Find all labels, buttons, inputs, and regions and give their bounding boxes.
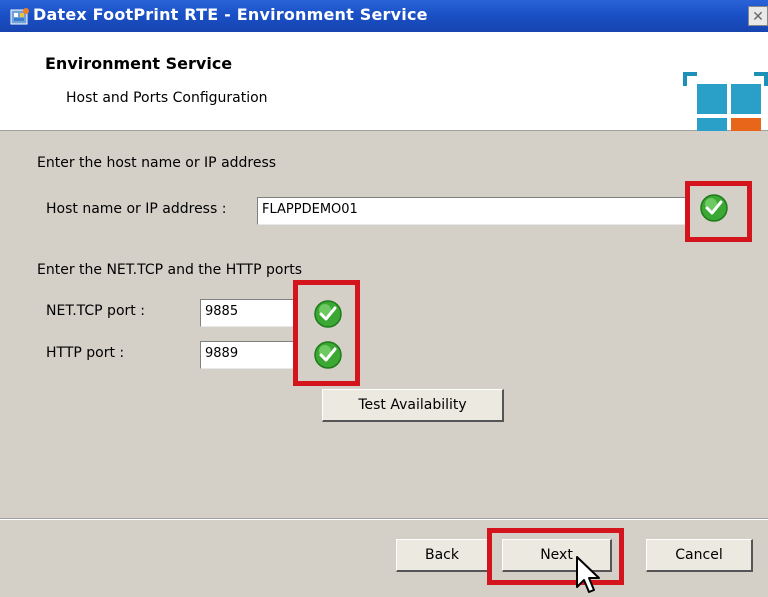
host-check-highlight — [685, 181, 752, 242]
host-instruction: Enter the host name or IP address — [37, 155, 277, 171]
test-availability-button[interactable]: Test Availability — [322, 389, 504, 422]
http-port-input[interactable]: 9889 — [200, 341, 298, 369]
nettcp-port-input[interactable]: 9885 — [200, 299, 298, 327]
nettcp-label: NET.TCP port : — [46, 303, 145, 319]
mouse-pointer-icon — [576, 556, 600, 593]
port-checks-highlight — [293, 280, 360, 386]
ports-instruction: Enter the NET.TCP and the HTTP ports — [37, 262, 302, 278]
page-title: Environment Service — [45, 54, 233, 73]
cancel-button[interactable]: Cancel — [646, 539, 753, 572]
window-title: Datex FootPrint RTE - Environment Servic… — [33, 5, 428, 24]
wizard-header: Environment Service Host and Ports Confi… — [0, 32, 768, 156]
wizard-body: Enter the host name or IP address Host n… — [0, 131, 768, 518]
host-label: Host name or IP address : — [46, 201, 227, 217]
wizard-footer: Back Next Cancel — [0, 520, 768, 597]
page-subtitle: Host and Ports Configuration — [66, 90, 268, 106]
host-input[interactable]: FLAPPDEMO01 — [257, 197, 687, 225]
title-bar: Datex FootPrint RTE - Environment Servic… — [0, 0, 768, 32]
app-icon — [10, 8, 29, 25]
back-button[interactable]: Back — [396, 539, 489, 572]
http-label: HTTP port : — [46, 345, 125, 361]
close-button[interactable]: ✕ — [748, 6, 768, 26]
